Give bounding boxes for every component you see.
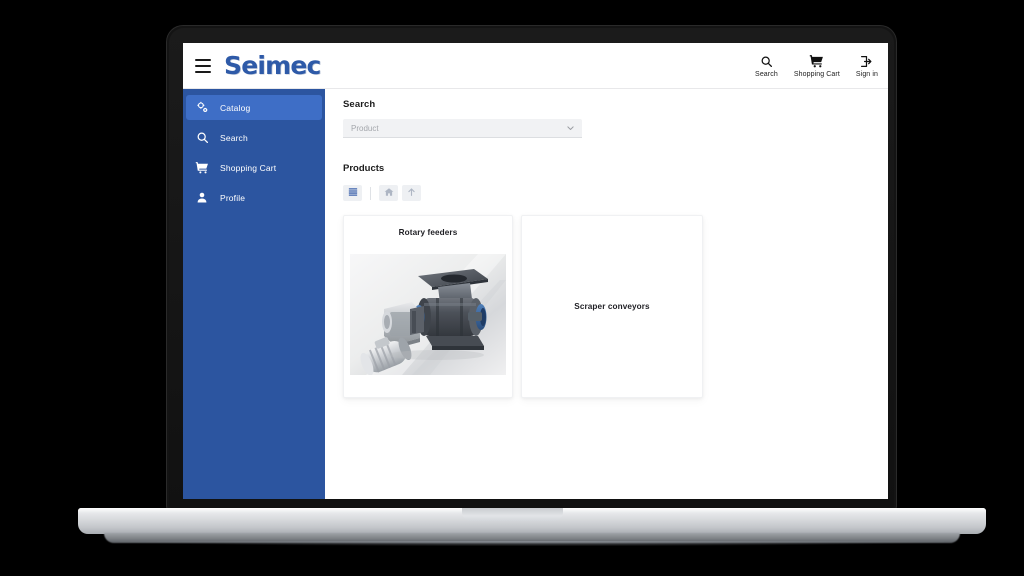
sidebar-item-shopping-cart[interactable]: Shopping Cart [186, 155, 322, 180]
laptop-screen: Seimec Search Shopping Cart Sign in Cata… [183, 43, 888, 499]
header-search-button[interactable]: Search [755, 53, 778, 78]
sidebar-item-search[interactable]: Search [186, 125, 322, 150]
header-signin-label: Sign in [855, 71, 878, 78]
laptop-base-glow [120, 541, 944, 546]
app-header: Seimec Search Shopping Cart Sign in [183, 43, 888, 89]
sidebar: Catalog Search Shopping Cart Profile [183, 89, 325, 499]
screenshot-stage: Seimec Search Shopping Cart Sign in Cata… [0, 0, 1024, 576]
sidebar-item-profile[interactable]: Profile [186, 185, 322, 210]
product-select-placeholder: Product [351, 123, 379, 133]
sidebar-label-catalog: Catalog [220, 102, 251, 113]
product-card-list: Rotary feeders Scraper conveyors [343, 215, 874, 398]
main-content: Search Product Products Rotary feeders S… [325, 89, 888, 499]
header-actions: Search Shopping Cart Sign in [755, 53, 878, 78]
home-icon [384, 184, 394, 202]
product-select[interactable]: Product [343, 119, 582, 138]
brand-logo[interactable]: Seimec [224, 51, 321, 80]
header-signin-button[interactable]: Sign in [856, 53, 878, 78]
products-heading: Products [343, 163, 385, 174]
products-toolbar [343, 185, 874, 201]
header-cart-label: Shopping Cart [793, 71, 840, 78]
upload-button[interactable] [402, 185, 421, 201]
catalog-gear-icon [193, 101, 211, 114]
home-button[interactable] [379, 185, 398, 201]
sidebar-label-shopping-cart: Shopping Cart [220, 162, 277, 173]
list-view-button[interactable] [343, 185, 362, 201]
list-view-icon [348, 184, 358, 202]
rotary-feeder-machine-photo [350, 254, 506, 375]
search-heading: Search [343, 99, 376, 110]
shopping-cart-icon [193, 161, 211, 174]
search-icon [760, 53, 773, 69]
sidebar-label-profile: Profile [220, 192, 246, 203]
product-card-title: Rotary feeders [398, 228, 458, 237]
toolbar-separator [370, 186, 371, 200]
header-cart-button[interactable]: Shopping Cart [794, 53, 840, 78]
product-card-title: Scraper conveyors [574, 302, 650, 311]
upload-arrow-icon [407, 184, 416, 202]
header-search-label: Search [755, 71, 778, 78]
laptop-base-notch [462, 508, 563, 521]
profile-user-icon [193, 191, 211, 204]
shopping-cart-icon [809, 53, 824, 69]
search-icon [193, 131, 211, 144]
chevron-down-icon [566, 124, 575, 133]
product-card-rotary-feeders[interactable]: Rotary feeders [343, 215, 513, 398]
hamburger-menu-icon[interactable] [195, 58, 211, 73]
sign-in-icon [860, 53, 873, 69]
sidebar-item-catalog[interactable]: Catalog [186, 95, 322, 120]
sidebar-label-search: Search [220, 132, 248, 143]
product-card-scraper-conveyors[interactable]: Scraper conveyors [521, 215, 703, 398]
